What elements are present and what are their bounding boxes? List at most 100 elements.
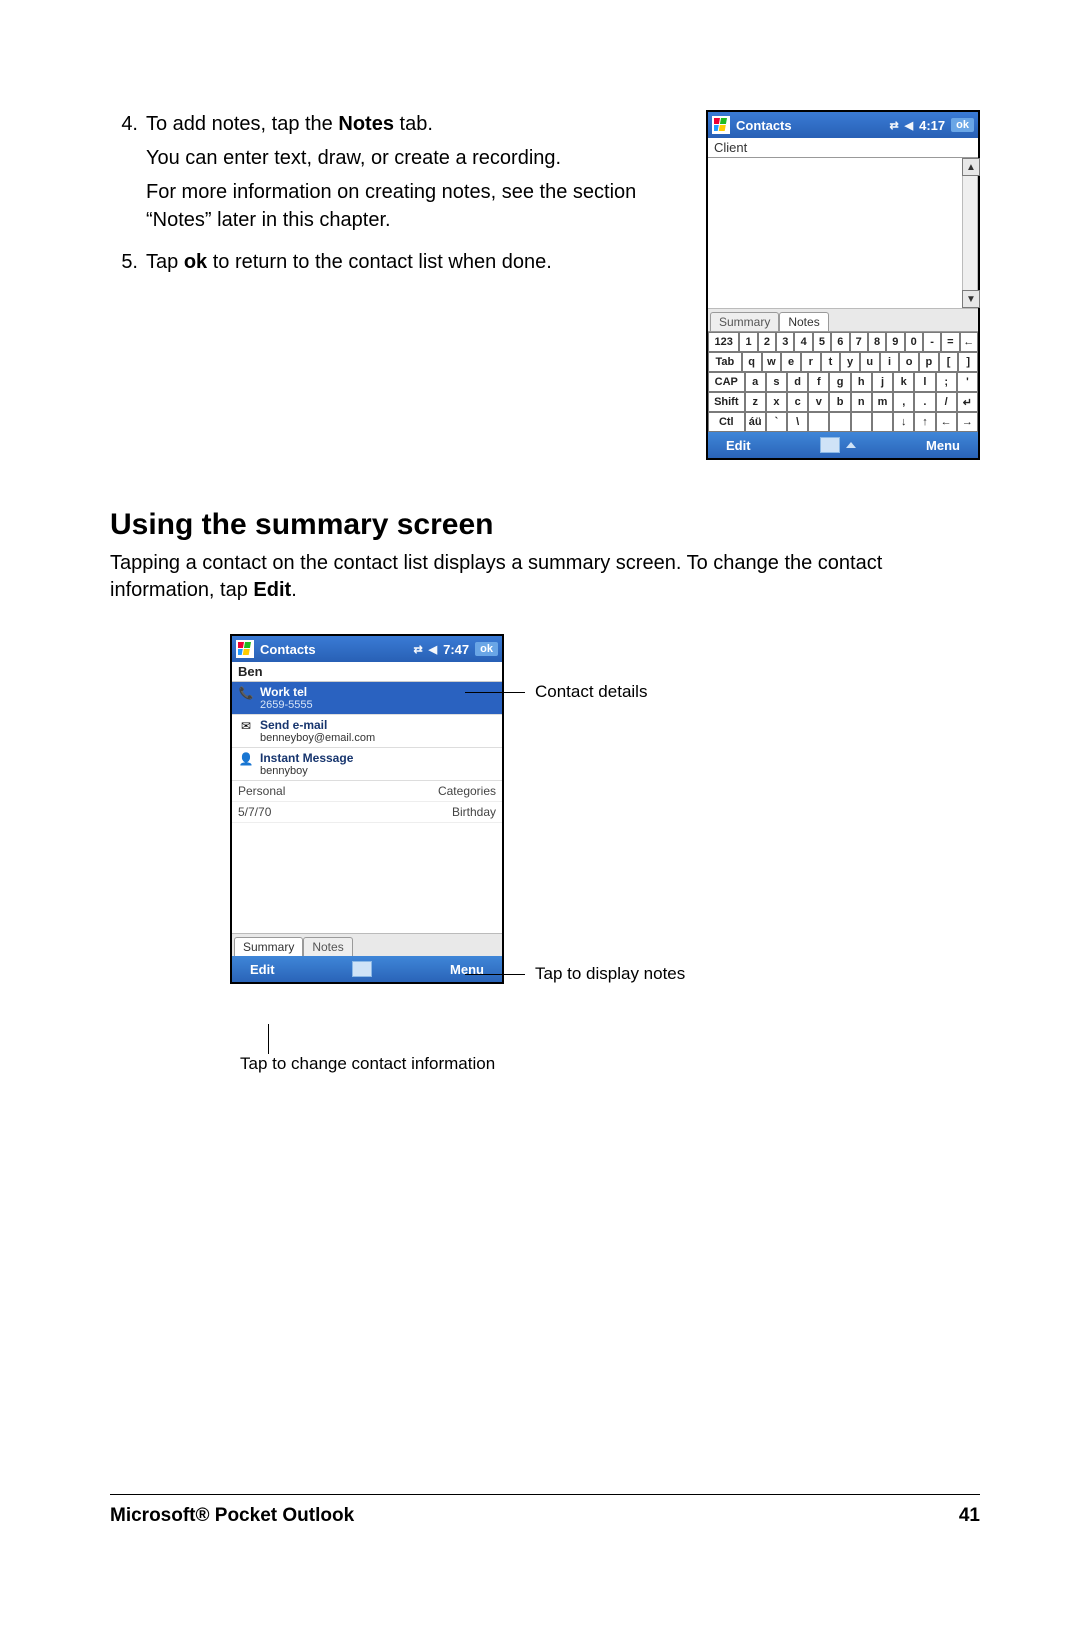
keyboard-key[interactable]: [ bbox=[939, 352, 959, 372]
keyboard-icon[interactable] bbox=[820, 437, 840, 453]
keyboard-key[interactable]: , bbox=[893, 392, 914, 412]
keyboard-key[interactable]: n bbox=[851, 392, 872, 412]
volume-icon[interactable]: ◀ bbox=[905, 119, 913, 132]
callout-text: Tap to change contact information bbox=[240, 1054, 495, 1073]
ok-button[interactable]: ok bbox=[475, 642, 498, 656]
keyboard-key[interactable]: w bbox=[762, 352, 782, 372]
keyboard-key[interactable]: h bbox=[851, 372, 872, 392]
start-icon[interactable] bbox=[236, 640, 254, 658]
keyboard-key[interactable]: d bbox=[787, 372, 808, 392]
keyboard-key[interactable]: 8 bbox=[868, 332, 886, 352]
keyboard-key[interactable]: r bbox=[801, 352, 821, 372]
summary-item-im[interactable]: 👤 Instant Message bennyboy bbox=[232, 748, 502, 781]
keyboard-key[interactable]: ↑ bbox=[914, 412, 935, 432]
keyboard-key[interactable]: 7 bbox=[850, 332, 868, 352]
meta-categories[interactable]: Personal Categories bbox=[232, 781, 502, 802]
keyboard-key[interactable]: 5 bbox=[813, 332, 831, 352]
tab-summary[interactable]: Summary bbox=[710, 312, 779, 331]
softkey-edit[interactable]: Edit bbox=[250, 962, 275, 977]
step4-text-a: To add notes, tap the bbox=[146, 113, 338, 135]
keyboard-key[interactable]: Ctl bbox=[708, 412, 745, 432]
tab-summary[interactable]: Summary bbox=[234, 937, 303, 956]
keyboard-key[interactable]: ' bbox=[957, 372, 978, 392]
scroll-down-icon[interactable]: ▼ bbox=[962, 290, 980, 308]
keyboard-key[interactable]: f bbox=[808, 372, 829, 392]
summary-label: Send e-mail bbox=[260, 718, 496, 732]
keyboard-key[interactable]: 4 bbox=[794, 332, 812, 352]
tab-notes[interactable]: Notes bbox=[779, 312, 828, 331]
summary-label: Instant Message bbox=[260, 751, 496, 765]
softkey-edit[interactable]: Edit bbox=[726, 438, 751, 453]
keyboard-key[interactable]: - bbox=[923, 332, 941, 352]
keyboard-key[interactable]: Shift bbox=[708, 392, 745, 412]
keyboard-key[interactable]: z bbox=[745, 392, 766, 412]
keyboard-key[interactable]: 123 bbox=[708, 332, 739, 352]
start-icon[interactable] bbox=[712, 116, 730, 134]
keyboard-key[interactable]: ] bbox=[958, 352, 978, 372]
summary-item-work-tel[interactable]: 📞 Work tel 2659-5555 bbox=[232, 682, 502, 715]
keyboard-key[interactable]: ↓ bbox=[893, 412, 914, 432]
ok-button[interactable]: ok bbox=[951, 118, 974, 132]
keyboard-key[interactable]: l bbox=[914, 372, 935, 392]
keyboard-key[interactable]: ← bbox=[960, 332, 978, 352]
callout-display-notes: Tap to display notes bbox=[535, 964, 685, 984]
keyboard-key[interactable]: x bbox=[766, 392, 787, 412]
keyboard-key[interactable]: 3 bbox=[776, 332, 794, 352]
keyboard-key[interactable]: u bbox=[860, 352, 880, 372]
keyboard-key[interactable]: o bbox=[899, 352, 919, 372]
keyboard-key[interactable]: c bbox=[787, 392, 808, 412]
summary-value: 2659-5555 bbox=[260, 699, 496, 711]
keyboard-key[interactable]: y bbox=[840, 352, 860, 372]
keyboard-key[interactable] bbox=[829, 412, 850, 432]
keyboard-key[interactable]: q bbox=[742, 352, 762, 372]
keyboard-key[interactable] bbox=[872, 412, 893, 432]
keyboard-key[interactable]: CAP bbox=[708, 372, 745, 392]
keyboard-key[interactable]: 2 bbox=[758, 332, 776, 352]
keyboard-key[interactable]: b bbox=[829, 392, 850, 412]
keyboard-key[interactable]: 1 bbox=[739, 332, 757, 352]
scroll-up-icon[interactable]: ▲ bbox=[962, 158, 980, 176]
keyboard-key[interactable]: \ bbox=[787, 412, 808, 432]
meta-birthday[interactable]: 5/7/70 Birthday bbox=[232, 802, 502, 823]
keyboard-key[interactable]: p bbox=[919, 352, 939, 372]
connectivity-icon[interactable]: ⇄ bbox=[889, 119, 898, 132]
keyboard-key[interactable] bbox=[851, 412, 872, 432]
input-selector-icon[interactable] bbox=[846, 442, 856, 448]
keyboard-key[interactable]: k bbox=[893, 372, 914, 392]
step5-bold: ok bbox=[184, 251, 207, 273]
keyboard-key[interactable]: 0 bbox=[905, 332, 923, 352]
vertical-scrollbar[interactable]: ▲ ▼ bbox=[962, 158, 978, 308]
keyboard-key[interactable]: v bbox=[808, 392, 829, 412]
keyboard-key[interactable]: t bbox=[821, 352, 841, 372]
keyboard-key[interactable]: j bbox=[872, 372, 893, 392]
titlebar: Contacts ⇄ ◀ 4:17 ok bbox=[708, 112, 978, 138]
summary-item-email[interactable]: ✉ Send e-mail benneyboy@email.com bbox=[232, 715, 502, 748]
keyboard-key[interactable]: 9 bbox=[886, 332, 904, 352]
keyboard-key[interactable]: ← bbox=[936, 412, 957, 432]
keyboard-key[interactable]: . bbox=[914, 392, 935, 412]
keyboard-key[interactable]: ` bbox=[766, 412, 787, 432]
onscreen-keyboard[interactable]: 1231234567890-=← Tabqwertyuiop[] CAPasdf… bbox=[708, 331, 978, 432]
keyboard-key[interactable]: áü bbox=[745, 412, 766, 432]
keyboard-key[interactable] bbox=[808, 412, 829, 432]
notes-canvas[interactable] bbox=[708, 158, 962, 308]
keyboard-key[interactable]: e bbox=[781, 352, 801, 372]
softkey-menu[interactable]: Menu bbox=[926, 438, 960, 453]
keyboard-key[interactable]: m bbox=[872, 392, 893, 412]
connectivity-icon[interactable]: ⇄ bbox=[413, 643, 422, 656]
keyboard-key[interactable]: = bbox=[941, 332, 959, 352]
keyboard-key[interactable]: a bbox=[745, 372, 766, 392]
keyboard-key[interactable]: 6 bbox=[831, 332, 849, 352]
volume-icon[interactable]: ◀ bbox=[429, 643, 437, 656]
keyboard-key[interactable]: / bbox=[936, 392, 957, 412]
keyboard-key[interactable]: s bbox=[766, 372, 787, 392]
keyboard-key[interactable]: i bbox=[880, 352, 900, 372]
keyboard-key[interactable]: g bbox=[829, 372, 850, 392]
note-text[interactable]: Client bbox=[714, 140, 747, 155]
tab-notes[interactable]: Notes bbox=[303, 937, 352, 956]
keyboard-key[interactable]: Tab bbox=[708, 352, 742, 372]
keyboard-key[interactable]: ; bbox=[936, 372, 957, 392]
keyboard-key[interactable]: → bbox=[957, 412, 978, 432]
keyboard-key[interactable]: ↵ bbox=[957, 392, 978, 412]
keyboard-icon[interactable] bbox=[352, 961, 372, 977]
